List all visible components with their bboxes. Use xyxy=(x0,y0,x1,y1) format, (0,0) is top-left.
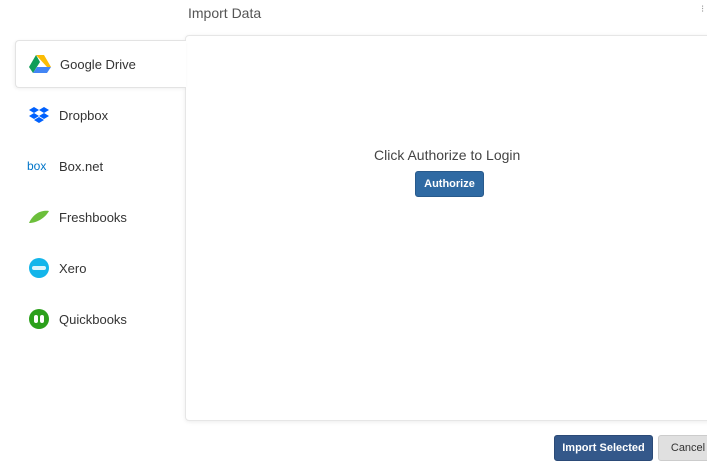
sidebar-item-label: Freshbooks xyxy=(59,209,127,225)
sidebar-item-xero[interactable]: Xero xyxy=(15,244,190,292)
sidebar-item-dropbox[interactable]: Dropbox xyxy=(15,91,190,139)
svg-text:box: box xyxy=(27,159,46,173)
import-source-sidebar: Google Drive Dropbox box Box.net Freshbo… xyxy=(15,40,190,346)
cancel-button[interactable]: Cancel xyxy=(658,435,707,461)
authorize-button[interactable]: Authorize xyxy=(415,171,484,197)
sidebar-item-box-net[interactable]: box Box.net xyxy=(15,142,190,190)
sidebar-item-label: Dropbox xyxy=(59,107,109,123)
sidebar-item-label: Google Drive xyxy=(60,56,136,72)
import-selected-button[interactable]: Import Selected xyxy=(554,435,653,461)
sidebar-item-label: Box.net xyxy=(59,158,104,174)
sidebar-item-quickbooks[interactable]: Quickbooks xyxy=(15,295,190,343)
freshbooks-icon xyxy=(27,205,51,229)
sidebar-item-freshbooks[interactable]: Freshbooks xyxy=(15,193,190,241)
dropbox-icon xyxy=(27,103,51,127)
box-net-icon: box xyxy=(27,154,51,178)
close-icon[interactable]: ⁝ xyxy=(701,4,704,15)
authorization-panel: Click Authorize to Login Authorize xyxy=(185,35,707,421)
xero-icon xyxy=(27,256,51,280)
quickbooks-icon xyxy=(27,307,51,331)
google-drive-icon xyxy=(28,52,52,76)
login-prompt-text: Click Authorize to Login xyxy=(374,147,521,163)
dialog-title: Import Data xyxy=(188,5,262,21)
sidebar-item-label: Xero xyxy=(59,260,87,276)
sidebar-item-google-drive[interactable]: Google Drive xyxy=(15,40,186,88)
sidebar-item-label: Quickbooks xyxy=(59,311,127,327)
